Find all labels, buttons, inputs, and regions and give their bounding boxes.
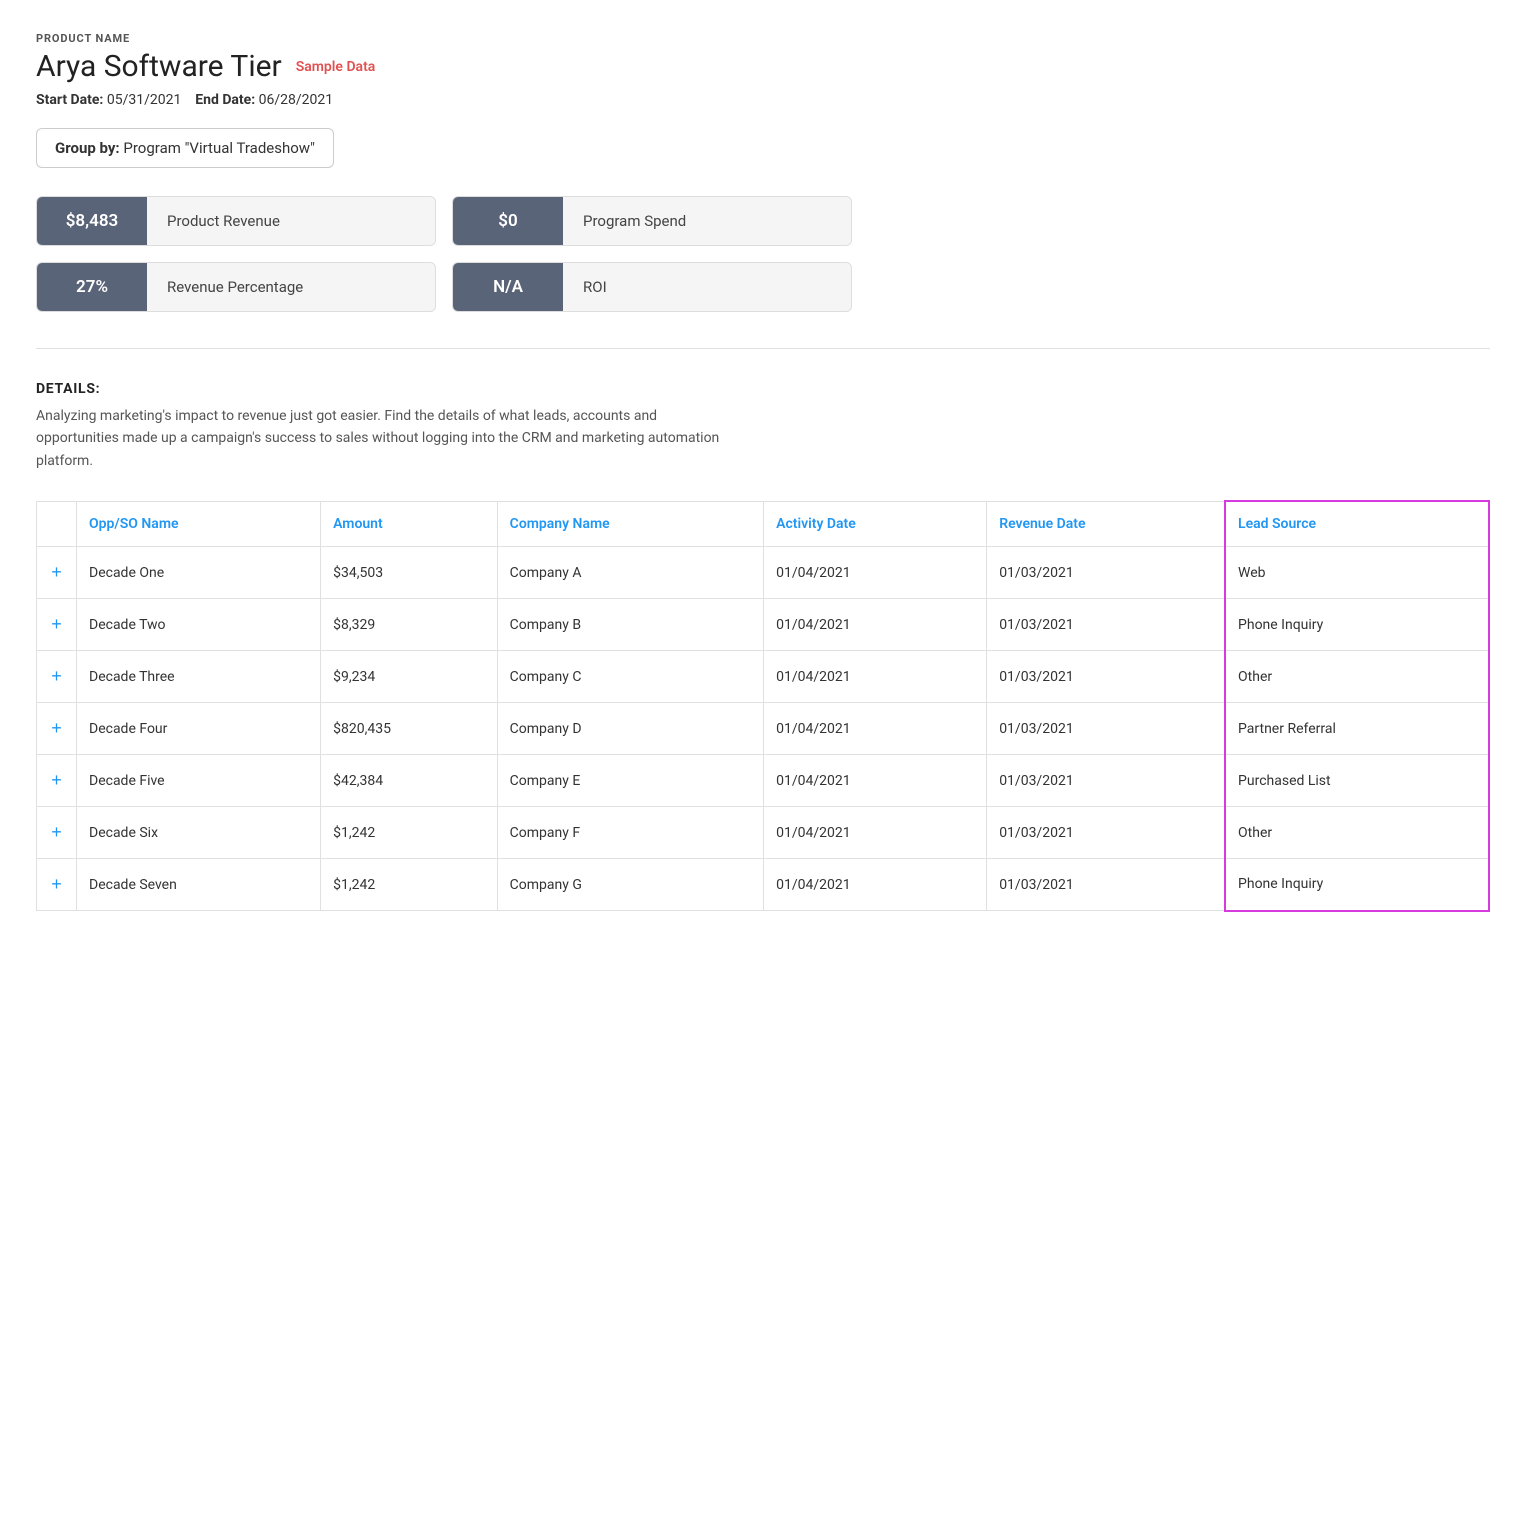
expand-button-0[interactable]: + (51, 563, 62, 581)
table-row: + Decade Two$8,329Company B01/04/202101/0… (37, 599, 1490, 651)
cell-opp_so_name-6: Decade Seven (77, 859, 321, 911)
cell-lead_source-4: Purchased List (1225, 755, 1489, 807)
table-row: + Decade Five$42,384Company E01/04/202101… (37, 755, 1490, 807)
metric-label-3: ROI (563, 263, 851, 311)
cell-activity_date-6: 01/04/2021 (764, 859, 987, 911)
expand-button-1[interactable]: + (51, 615, 62, 633)
cell-lead_source-2: Other (1225, 651, 1489, 703)
cell-expand-4: + (37, 755, 77, 807)
col-header-opp_so_name[interactable]: Opp/SO Name (77, 501, 321, 547)
cell-activity_date-5: 01/04/2021 (764, 807, 987, 859)
metric-card-0: $8,483Product Revenue (36, 196, 436, 246)
details-text: Analyzing marketing's impact to revenue … (36, 405, 736, 472)
expand-button-5[interactable]: + (51, 823, 62, 841)
product-name-label: PRODUCT NAME (36, 32, 1490, 45)
cell-revenue_date-2: 01/03/2021 (987, 651, 1225, 703)
cell-revenue_date-5: 01/03/2021 (987, 807, 1225, 859)
cell-amount-1: $8,329 (321, 599, 498, 651)
cell-amount-6: $1,242 (321, 859, 498, 911)
cell-lead_source-6: Phone Inquiry (1225, 859, 1489, 911)
cell-activity_date-3: 01/04/2021 (764, 703, 987, 755)
cell-amount-3: $820,435 (321, 703, 498, 755)
cell-amount-2: $9,234 (321, 651, 498, 703)
cell-amount-5: $1,242 (321, 807, 498, 859)
expand-button-6[interactable]: + (51, 875, 62, 893)
cell-opp_so_name-3: Decade Four (77, 703, 321, 755)
data-table: Opp/SO NameAmountCompany NameActivity Da… (36, 500, 1490, 912)
cell-company_name-5: Company F (497, 807, 763, 859)
metric-label-0: Product Revenue (147, 197, 435, 245)
cell-company_name-2: Company C (497, 651, 763, 703)
cell-activity_date-2: 01/04/2021 (764, 651, 987, 703)
cell-opp_so_name-2: Decade Three (77, 651, 321, 703)
cell-expand-6: + (37, 859, 77, 911)
cell-opp_so_name-5: Decade Six (77, 807, 321, 859)
cell-expand-2: + (37, 651, 77, 703)
product-title: Arya Software Tier (36, 49, 282, 84)
details-title: DETAILS: (36, 381, 1490, 397)
cell-lead_source-5: Other (1225, 807, 1489, 859)
metric-card-2: 27%Revenue Percentage (36, 262, 436, 312)
col-header-amount[interactable]: Amount (321, 501, 498, 547)
cell-lead_source-3: Partner Referral (1225, 703, 1489, 755)
cell-amount-4: $42,384 (321, 755, 498, 807)
metric-value-2: 27% (37, 263, 147, 311)
cell-opp_so_name-4: Decade Five (77, 755, 321, 807)
cell-expand-0: + (37, 547, 77, 599)
expand-button-3[interactable]: + (51, 719, 62, 737)
sample-data-badge: Sample Data (296, 59, 376, 75)
group-by-box: Group by: Program "Virtual Tradeshow" (36, 128, 334, 168)
cell-company_name-6: Company G (497, 859, 763, 911)
cell-expand-1: + (37, 599, 77, 651)
cell-company_name-1: Company B (497, 599, 763, 651)
metric-label-1: Program Spend (563, 197, 851, 245)
expand-button-2[interactable]: + (51, 667, 62, 685)
metrics-grid: $8,483Product Revenue$0Program Spend27%R… (36, 196, 1490, 312)
table-row: + Decade Three$9,234Company C01/04/202101… (37, 651, 1490, 703)
cell-revenue_date-6: 01/03/2021 (987, 859, 1225, 911)
cell-amount-0: $34,503 (321, 547, 498, 599)
table-row: + Decade Seven$1,242Company G01/04/202101… (37, 859, 1490, 911)
metric-label-2: Revenue Percentage (147, 263, 435, 311)
table-row: + Decade One$34,503Company A01/04/202101/… (37, 547, 1490, 599)
col-header-lead_source[interactable]: Lead Source (1225, 501, 1489, 547)
metric-card-1: $0Program Spend (452, 196, 852, 246)
cell-lead_source-1: Phone Inquiry (1225, 599, 1489, 651)
table-row: + Decade Four$820,435Company D01/04/20210… (37, 703, 1490, 755)
cell-company_name-4: Company E (497, 755, 763, 807)
cell-lead_source-0: Web (1225, 547, 1489, 599)
table-row: + Decade Six$1,242Company F01/04/202101/0… (37, 807, 1490, 859)
col-header-expand (37, 501, 77, 547)
cell-revenue_date-1: 01/03/2021 (987, 599, 1225, 651)
cell-company_name-3: Company D (497, 703, 763, 755)
details-section: DETAILS: Analyzing marketing's impact to… (36, 381, 1490, 472)
section-divider (36, 348, 1490, 349)
cell-opp_so_name-0: Decade One (77, 547, 321, 599)
col-header-company_name[interactable]: Company Name (497, 501, 763, 547)
cell-revenue_date-3: 01/03/2021 (987, 703, 1225, 755)
cell-activity_date-0: 01/04/2021 (764, 547, 987, 599)
cell-expand-3: + (37, 703, 77, 755)
dates-row: Start Date: 05/31/2021 End Date: 06/28/2… (36, 92, 1490, 108)
metric-value-3: N/A (453, 263, 563, 311)
col-header-revenue_date[interactable]: Revenue Date (987, 501, 1225, 547)
cell-opp_so_name-1: Decade Two (77, 599, 321, 651)
expand-button-4[interactable]: + (51, 771, 62, 789)
col-header-activity_date[interactable]: Activity Date (764, 501, 987, 547)
cell-activity_date-1: 01/04/2021 (764, 599, 987, 651)
cell-company_name-0: Company A (497, 547, 763, 599)
cell-activity_date-4: 01/04/2021 (764, 755, 987, 807)
metric-value-0: $8,483 (37, 197, 147, 245)
cell-revenue_date-0: 01/03/2021 (987, 547, 1225, 599)
cell-expand-5: + (37, 807, 77, 859)
metric-value-1: $0 (453, 197, 563, 245)
cell-revenue_date-4: 01/03/2021 (987, 755, 1225, 807)
metric-card-3: N/AROI (452, 262, 852, 312)
